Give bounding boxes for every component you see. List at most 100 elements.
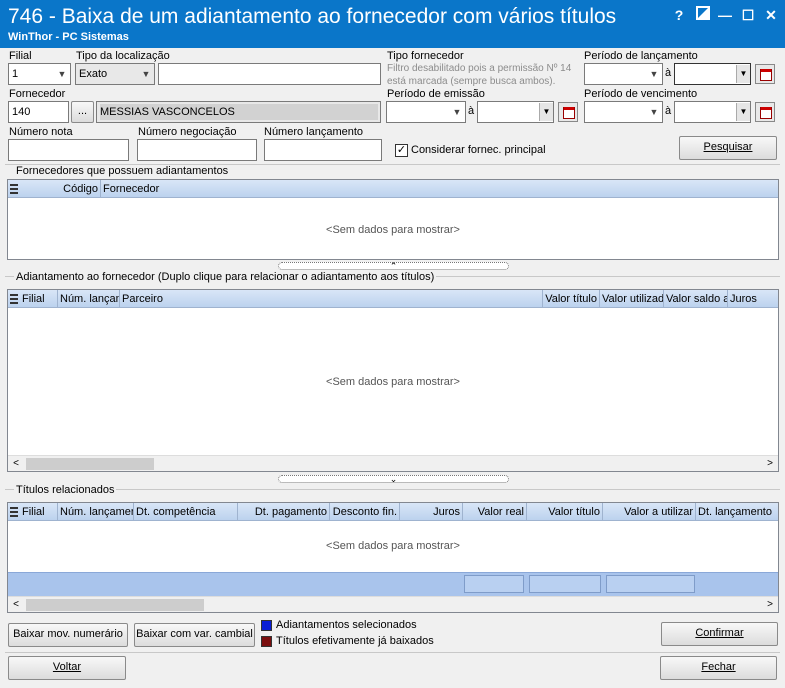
adiantamento-grid[interactable]: Filial Núm. lançam Parceiro Valor título… — [7, 289, 779, 472]
scroll-left-icon[interactable]: < — [8, 597, 24, 613]
column-header[interactable]: Núm. lançam — [58, 290, 120, 308]
pesquisar-button[interactable]: Pesquisar — [679, 136, 777, 160]
column-header[interactable]: Valor título — [543, 290, 600, 308]
periodo-emissao-start[interactable]: ▼ — [386, 101, 466, 123]
summary-cell — [464, 575, 524, 593]
numero-negociacao-input[interactable] — [137, 139, 257, 161]
column-menu-icon[interactable] — [10, 507, 18, 517]
tipo-fornecedor-note: Filtro desabilitado pois a permissão Nº … — [387, 63, 572, 87]
titulos-grid[interactable]: Filial Núm. lançamer Dt. competência Dt.… — [7, 502, 779, 613]
column-header[interactable]: Filial — [20, 290, 58, 308]
tipo-localizacao-label: Tipo da localização — [76, 50, 170, 62]
column-header[interactable]: Fornecedor — [101, 180, 778, 198]
scroll-right-icon[interactable]: > — [762, 456, 778, 472]
fornecedores-group-title: Fornecedores que possuem adiantamentos — [14, 165, 231, 177]
chevron-down-icon: ▼ — [649, 69, 659, 79]
fornecedor-label: Fornecedor — [9, 88, 66, 100]
summary-row — [8, 572, 778, 596]
window-subtitle: WinThor - PC Sistemas — [8, 31, 129, 43]
empty-message: <Sem dados para mostrar> — [326, 224, 460, 236]
splitter-handle[interactable]: ⌃ — [278, 262, 509, 271]
column-header[interactable]: Dt. competência — [134, 503, 238, 521]
fornecedor-code-input[interactable]: 140 — [8, 101, 69, 123]
tipo-localizacao-select[interactable]: Exato ▼ — [75, 63, 155, 85]
scroll-right-icon[interactable]: > — [762, 597, 778, 613]
numero-nota-input[interactable] — [8, 139, 129, 161]
separator — [5, 652, 780, 653]
periodo-emissao-end[interactable]: ▼ — [477, 101, 554, 123]
column-header[interactable]: Valor utilizad — [600, 290, 664, 308]
column-header[interactable]: Desconto fin. — [330, 503, 400, 521]
filial-select[interactable]: 1 ▼ — [8, 63, 71, 85]
scroll-left-icon[interactable]: < — [8, 456, 24, 472]
legend-swatch-selecionados — [261, 620, 272, 631]
column-header[interactable]: Dt. pagamento — [238, 503, 330, 521]
column-header[interactable]: Valor real — [463, 503, 527, 521]
filial-value: 1 — [12, 68, 19, 80]
dropdown-icon[interactable]: ▼ — [736, 65, 750, 83]
dropdown-icon[interactable]: ▼ — [539, 103, 553, 121]
fornecedor-code-value: 140 — [12, 106, 31, 118]
fechar-label: Fechar — [701, 661, 736, 673]
tipo-localizacao-value: Exato — [79, 68, 108, 80]
scroll-thumb[interactable] — [26, 458, 154, 470]
column-header[interactable]: Juros — [728, 290, 778, 308]
legend-baixados: Títulos efetivamente já baixados — [276, 635, 434, 647]
legend-swatch-baixados — [261, 636, 272, 647]
column-header[interactable]: Parceiro — [120, 290, 543, 308]
baixar-cambial-button[interactable]: Baixar com var. cambial — [134, 623, 255, 647]
column-header[interactable]: Juros — [400, 503, 463, 521]
column-menu-icon[interactable] — [10, 294, 18, 304]
restore-icon[interactable] — [694, 6, 712, 24]
localizacao-input[interactable] — [158, 63, 381, 85]
maximize-button[interactable]: ☐ — [739, 6, 757, 24]
calendar-icon[interactable] — [558, 102, 578, 122]
column-header[interactable]: Valor saldo a — [664, 290, 728, 308]
column-header[interactable]: Filial — [20, 503, 58, 521]
periodo-lancamento-end[interactable]: ▼ — [674, 63, 751, 85]
separator — [5, 489, 780, 490]
baixar-numerario-button[interactable]: Baixar mov. numerário — [8, 623, 128, 647]
voltar-button[interactable]: Voltar — [8, 656, 126, 680]
column-header[interactable]: Código — [22, 180, 101, 198]
periodo-lancamento-label: Período de lançamento — [584, 50, 698, 62]
periodo-vencimento-label: Período de vencimento — [584, 88, 698, 100]
fornecedor-name: MESSIAS VASCONCELOS — [100, 104, 378, 120]
empty-message: <Sem dados para mostrar> — [326, 540, 460, 552]
numero-lancamento-label: Número lançamento — [264, 126, 364, 138]
considerar-checkbox[interactable]: ✓ — [395, 144, 408, 157]
confirmar-button[interactable]: Confirmar — [661, 622, 778, 646]
chevron-down-icon: ▼ — [57, 69, 67, 79]
grid-header: Filial Núm. lançam Parceiro Valor título… — [8, 290, 778, 308]
horizontal-scrollbar[interactable]: < > — [8, 596, 778, 612]
splitter-handle[interactable]: ⌄ — [278, 475, 509, 484]
column-menu-icon[interactable] — [10, 184, 18, 194]
column-header[interactable]: Valor título — [527, 503, 603, 521]
periodo-vencimento-start[interactable]: ▼ — [584, 101, 663, 123]
minimize-button[interactable]: — — [716, 6, 734, 24]
column-header[interactable]: Valor a utilizar — [603, 503, 696, 521]
help-button[interactable]: ? — [670, 6, 688, 24]
scroll-thumb[interactable] — [26, 599, 204, 611]
summary-cell — [529, 575, 601, 593]
dropdown-icon[interactable]: ▼ — [736, 103, 750, 121]
periodo-vencimento-end[interactable]: ▼ — [674, 101, 751, 123]
fechar-button[interactable]: Fechar — [660, 656, 777, 680]
column-header[interactable]: Núm. lançamer — [58, 503, 134, 521]
fornecedores-grid[interactable]: Código Fornecedor <Sem dados para mostra… — [7, 179, 779, 260]
fornecedor-browse-button[interactable]: ... — [71, 101, 94, 123]
window-title: 746 - Baixa de um adiantamento ao fornec… — [8, 5, 617, 28]
numero-lancamento-input[interactable] — [264, 139, 382, 161]
grid-header: Código Fornecedor — [8, 180, 778, 198]
column-header[interactable]: Dt. lançamento — [696, 503, 778, 521]
grid-header: Filial Núm. lançamer Dt. competência Dt.… — [8, 503, 778, 521]
title-bar: 746 - Baixa de um adiantamento ao fornec… — [0, 0, 785, 48]
periodo-lancamento-start[interactable]: ▼ — [584, 63, 663, 85]
chevron-down-icon: ▼ — [141, 69, 151, 79]
calendar-icon[interactable] — [755, 102, 775, 122]
calendar-icon[interactable] — [755, 64, 775, 84]
horizontal-scrollbar[interactable]: < > — [8, 455, 778, 471]
considerar-label: Considerar fornec. principal — [411, 144, 546, 156]
close-button[interactable]: ✕ — [762, 6, 780, 24]
pesquisar-label: Pesquisar — [703, 141, 753, 153]
